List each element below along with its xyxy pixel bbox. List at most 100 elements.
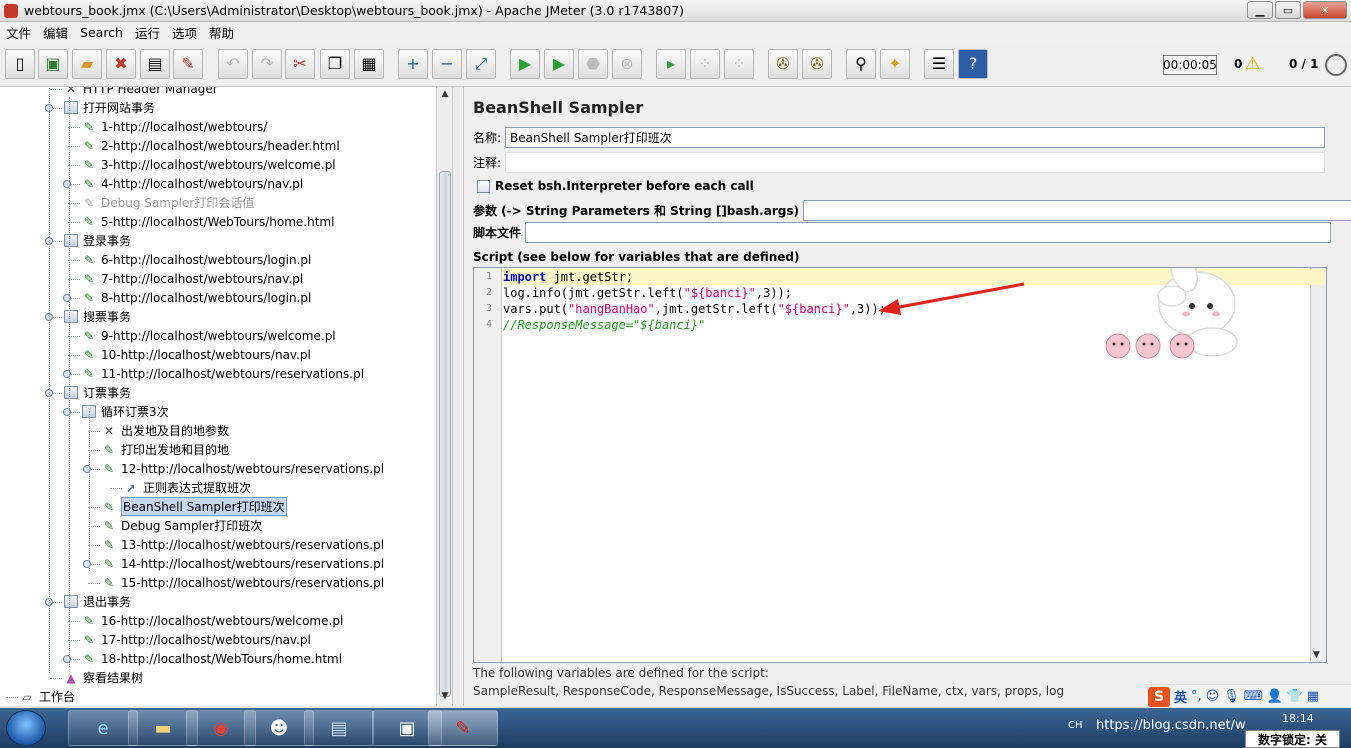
tree-node[interactable]: ✎ 16-http://localhost/webtours/welcome.pl	[82, 611, 343, 630]
name-row: 名称: BeanShell Sampler打印班次	[473, 127, 1326, 148]
tray-clock[interactable]: 18:14	[1282, 712, 1314, 725]
toggle-icon[interactable]: ⤢	[466, 49, 496, 79]
voice-icon[interactable]: 🎙	[1223, 689, 1240, 704]
tree-node[interactable]: ▲ 察看结果树	[64, 668, 143, 687]
reset-interpreter-checkbox[interactable]	[477, 179, 490, 193]
cut-icon[interactable]: ✂	[285, 49, 315, 79]
keyboard-icon[interactable]: ⌨	[1244, 689, 1263, 704]
tree-node[interactable]: ✎ 14-http://localhost/webtours/reservatio…	[102, 554, 384, 573]
remote-shutdown-icon[interactable]: ⁘	[724, 49, 754, 79]
tree-node[interactable]: ✎ 5-http://localhost/WebTours/home.html	[82, 212, 334, 231]
name-input[interactable]: BeanShell Sampler打印班次	[505, 127, 1326, 148]
tree-node[interactable]: 退出事务	[64, 592, 131, 611]
menu-search[interactable]: Search	[80, 25, 123, 40]
start-icon[interactable]: ▶	[510, 49, 540, 79]
toolbox-icon[interactable]: ▦	[1307, 689, 1319, 704]
skin-icon[interactable]: 👕	[1287, 689, 1303, 704]
new-icon[interactable]: ▯	[5, 49, 35, 79]
clear-all-icon[interactable]: ✇	[802, 49, 832, 79]
menu-help[interactable]: 帮助	[209, 23, 234, 42]
menu-edit[interactable]: 编辑	[43, 23, 68, 42]
tree-node[interactable]: ✎ 6-http://localhost/webtours/login.pl	[82, 250, 311, 269]
tree-node[interactable]: 循环订票3次	[82, 402, 169, 421]
taskbar-jmeter-icon[interactable]: ✎	[428, 710, 498, 746]
tree-node[interactable]: ✎ 1-http://localhost/webtours/	[82, 117, 267, 136]
thread-count: 0 / 1	[1289, 57, 1319, 71]
menu-run[interactable]: 运行	[135, 23, 160, 42]
tree-node[interactable]: ➚ 正则表达式提取班次	[124, 478, 251, 497]
script-editor[interactable]: ▲ ▼ import jmt.getStr;log.info(jmt.getSt…	[473, 267, 1327, 663]
tree-scroll-thumb[interactable]	[439, 171, 451, 697]
tree-node[interactable]: ✎ 11-http://localhost/webtours/reservatio…	[82, 364, 364, 383]
scroll-up-icon[interactable]: ▲	[439, 89, 451, 101]
tree-node[interactable]: ✎ Debug Sampler打印班次	[102, 516, 262, 535]
scroll-down-icon[interactable]: ▼	[439, 691, 451, 703]
save-icon[interactable]: ▤	[140, 49, 170, 79]
start-no-timers-icon[interactable]: ▶	[544, 49, 574, 79]
tree-node[interactable]: ✎ BeanShell Sampler打印班次	[102, 497, 287, 516]
maximize-button[interactable]: ▭	[1275, 1, 1301, 19]
remote-stop-icon[interactable]: ⁘	[690, 49, 720, 79]
tree-node[interactable]: ✎ 13-http://localhost/webtours/reservatio…	[102, 535, 384, 554]
help-icon[interactable]: ?	[958, 49, 988, 79]
warning-icon[interactable]: ⚠	[1245, 54, 1260, 74]
copy-icon[interactable]: ❐	[320, 49, 350, 79]
templates-icon[interactable]: ▣	[38, 49, 68, 79]
undo-icon[interactable]: ↶	[218, 49, 248, 79]
start-button[interactable]	[6, 710, 46, 746]
close-button[interactable]: ✕	[1303, 1, 1347, 19]
sogou-ime-logo[interactable]: S	[1148, 686, 1170, 707]
remote-status-icon[interactable]	[1325, 54, 1347, 76]
tree-node[interactable]: ✕ HTTP Header Manager	[64, 87, 218, 98]
menu-options[interactable]: 选项	[172, 23, 197, 42]
ime-mode[interactable]: 英	[1174, 687, 1187, 706]
tree-node[interactable]: ✎ 2-http://localhost/webtours/header.html	[82, 136, 340, 155]
tree-node[interactable]: ▱ 工作台	[20, 687, 75, 706]
tree-node[interactable]: 搜票事务	[64, 307, 131, 326]
comment-input[interactable]	[505, 152, 1326, 173]
tree-node[interactable]: ✎ 10-http://localhost/webtours/nav.pl	[82, 345, 311, 364]
remote-start-icon[interactable]: ▸	[656, 49, 686, 79]
tree-node[interactable]: ✎ 4-http://localhost/webtours/nav.pl	[82, 174, 303, 193]
tree-node[interactable]: ✎ 8-http://localhost/webtours/login.pl	[82, 288, 311, 307]
tree-node[interactable]: ✎ Debug Sampler打印会话值	[82, 193, 254, 212]
script-file-input[interactable]	[525, 222, 1332, 243]
save-as-icon[interactable]: ✎	[173, 49, 203, 79]
expand-icon[interactable]: +	[398, 49, 428, 79]
close-icon[interactable]: ✖	[106, 49, 136, 79]
params-input[interactable]	[802, 200, 1351, 221]
reset-search-icon[interactable]: ✦	[880, 49, 910, 79]
tree-scrollbar[interactable]: ▲ ▼	[436, 87, 452, 706]
punctuation-icon[interactable]: °,	[1191, 689, 1202, 704]
shutdown-icon[interactable]: ⊗	[612, 49, 642, 79]
tree-node[interactable]: 打开网站事务	[64, 98, 155, 117]
paste-icon[interactable]: ▦	[354, 49, 384, 79]
split-pane-divider[interactable]	[452, 87, 464, 706]
taskbar-notepad-icon[interactable]: ▤	[304, 710, 374, 746]
tree-node[interactable]: ✎ 15-http://localhost/webtours/reservatio…	[102, 573, 384, 592]
user-icon[interactable]: 👤	[1267, 689, 1283, 704]
menu-file[interactable]: 文件	[6, 23, 31, 42]
tree-node[interactable]: ✎ 18-http://localhost/WebTours/home.html	[82, 649, 342, 668]
search-icon[interactable]: ⚲	[846, 49, 876, 79]
tree-node[interactable]: ✎ 打印出发地和目的地	[102, 440, 229, 459]
tree-node[interactable]: ✎ 12-http://localhost/webtours/reservatio…	[102, 459, 384, 478]
stop-icon[interactable]: ⬣	[578, 49, 608, 79]
reset-interpreter-row[interactable]: Reset bsh.Interpreter before each call	[477, 179, 754, 193]
tree-node[interactable]: 登录事务	[64, 231, 131, 250]
collapse-icon[interactable]: −	[432, 49, 462, 79]
function-helper-icon[interactable]: ☰	[924, 49, 954, 79]
tree-node[interactable]: ✎ 9-http://localhost/webtours/welcome.pl	[82, 326, 336, 345]
reset-interpreter-label: Reset bsh.Interpreter before each call	[495, 179, 754, 193]
redo-icon[interactable]: ↷	[252, 49, 282, 79]
minimize-button[interactable]: ▁	[1247, 1, 1273, 19]
tree-node[interactable]: ✕ 出发地及目的地参数	[102, 421, 229, 440]
open-icon[interactable]: ▰	[72, 49, 102, 79]
tree-node[interactable]: ✎ 17-http://localhost/webtours/nav.pl	[82, 630, 311, 649]
tree-node[interactable]: 订票事务	[64, 383, 131, 402]
tray-language[interactable]: CH	[1068, 720, 1083, 731]
clear-icon[interactable]: ✇	[768, 49, 798, 79]
tree-node[interactable]: ✎ 3-http://localhost/webtours/welcome.pl	[82, 155, 336, 174]
emoji-icon[interactable]: ☺	[1206, 689, 1220, 704]
tree-node[interactable]: ✎ 7-http://localhost/webtours/nav.pl	[82, 269, 303, 288]
